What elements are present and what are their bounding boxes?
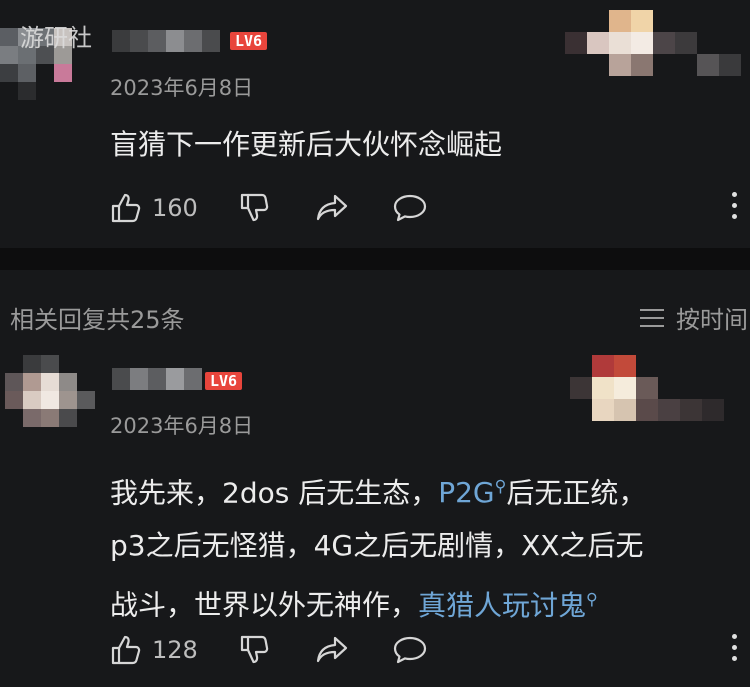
thumbs-up-icon bbox=[111, 193, 141, 223]
comment-actions: 128 bbox=[110, 630, 750, 670]
watermark-logo: 游研社 bbox=[20, 24, 92, 52]
sort-button[interactable]: 按时间 bbox=[640, 300, 748, 335]
search-icon: ⚲ bbox=[586, 589, 598, 609]
sort-icon bbox=[640, 308, 664, 328]
topic-link[interactable]: 真猎人玩讨鬼⚲ bbox=[418, 589, 598, 622]
like-count: 160 bbox=[152, 194, 198, 222]
divider bbox=[0, 248, 750, 270]
comment-date: 2023年6月8日 bbox=[110, 414, 254, 438]
sort-label: 按时间 bbox=[676, 306, 748, 334]
dislike-button[interactable] bbox=[238, 630, 270, 670]
thumbs-down-icon bbox=[240, 635, 269, 664]
level-badge: LV6 bbox=[205, 372, 243, 390]
replies-count: 相关回复共25条 bbox=[10, 306, 185, 334]
comment-icon bbox=[393, 636, 427, 664]
comment-actions: 160 bbox=[110, 188, 750, 228]
comment-line: p3之后无怪猎，4G之后无剧情，XX之后无 bbox=[110, 529, 644, 563]
reply-button[interactable] bbox=[392, 630, 428, 670]
reply-button[interactable] bbox=[392, 188, 428, 228]
share-icon bbox=[316, 636, 348, 663]
like-count: 128 bbox=[152, 636, 198, 664]
level-badge: LV6 bbox=[230, 32, 268, 50]
more-icon[interactable] bbox=[732, 634, 738, 666]
dislike-button[interactable] bbox=[238, 188, 270, 228]
comment-card: 游研社 LV6 2023年6月8日 盲猜下一作更新后大伙怀念崛起 160 bbox=[0, 0, 750, 248]
share-button[interactable] bbox=[315, 630, 349, 670]
topic-link[interactable]: P2G⚲ bbox=[438, 476, 506, 509]
comment-text: 我先来，2dos 后无生态，P2G⚲后无正统， p3之后无怪猎，4G之后无剧情，… bbox=[110, 460, 740, 632]
share-button[interactable] bbox=[315, 188, 349, 228]
username[interactable] bbox=[112, 30, 222, 52]
search-icon: ⚲ bbox=[494, 477, 507, 496]
comment-text: 盲猜下一作更新后大伙怀念崛起 bbox=[110, 128, 503, 161]
avatar[interactable] bbox=[5, 355, 95, 445]
decoration-image bbox=[565, 10, 745, 100]
decoration-image bbox=[570, 355, 740, 435]
comment-icon bbox=[393, 194, 427, 222]
comment-card: LV6 2023年6月8日 我先来，2dos 后无生态，P2G⚲后无正统， p3… bbox=[0, 350, 750, 687]
thumbs-up-icon bbox=[111, 635, 141, 665]
comment-date: 2023年6月8日 bbox=[110, 76, 254, 100]
more-icon[interactable] bbox=[732, 192, 738, 224]
comment-line: 我先来，2dos 后无生态，P2G⚲后无正统， bbox=[110, 476, 647, 510]
share-icon bbox=[316, 194, 348, 221]
replies-header: 相关回复共25条 按时间 bbox=[0, 270, 750, 350]
like-button[interactable]: 160 bbox=[110, 188, 198, 228]
comment-line: 战斗，世界以外无神作，真猎人玩讨鬼⚲ bbox=[110, 588, 598, 622]
like-button[interactable]: 128 bbox=[110, 630, 198, 670]
thumbs-down-icon bbox=[240, 193, 269, 222]
